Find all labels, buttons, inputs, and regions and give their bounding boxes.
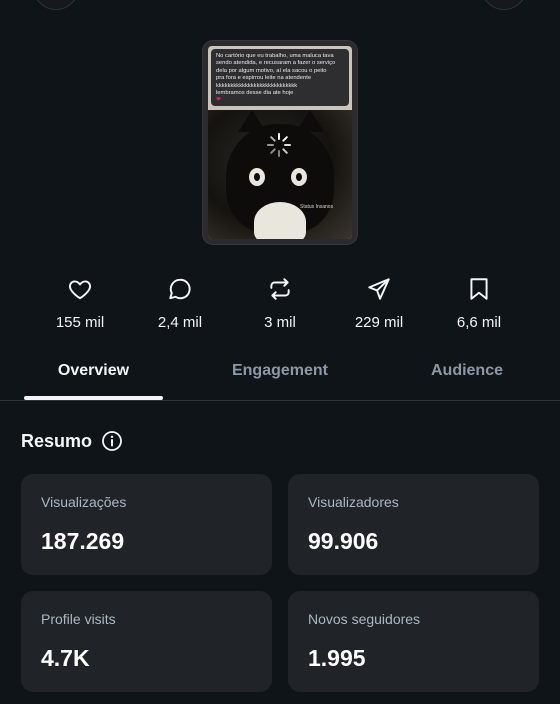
caption-line: kkkkkkkkkkkkkkkkkkkkkkkkkkkk xyxy=(216,82,298,89)
reposts-count: 3 mil xyxy=(264,314,296,331)
shares-count: 229 mil xyxy=(354,314,404,331)
cat-image: Status Insanos xyxy=(208,110,352,239)
caption-line: sendo atendida, e recusaram a fazer o se… xyxy=(216,60,336,67)
tab-engagement[interactable]: Engagement xyxy=(200,362,360,380)
replies-stat[interactable]: 2,4 mil xyxy=(130,276,230,331)
engagement-stats: 155 mil 2,4 mil 3 mil 229 mil 6,6 mil xyxy=(0,276,560,336)
tab-overview[interactable]: Overview xyxy=(24,362,163,380)
analytics-tabs: Overview Engagement Audience xyxy=(0,352,560,401)
metric-label: Visualizadores xyxy=(308,494,399,510)
bookmark-icon xyxy=(470,278,488,300)
section-title: Resumo xyxy=(21,431,93,451)
caption-line: No cartório que eu trabalho, uma maluca … xyxy=(216,53,334,59)
caption-line: dela por algum motivo, aí ela sacou o pe… xyxy=(216,67,327,74)
shares-stat[interactable]: 229 mil xyxy=(329,276,429,331)
post-thumbnail[interactable]: No cartório que eu trabalho, uma maluca … xyxy=(203,41,357,244)
metric-card-views[interactable]: Visualizações 187.269 xyxy=(21,474,272,575)
metric-label: Novos seguidores xyxy=(308,611,421,627)
heart-emoji-icon: ❤ xyxy=(216,97,222,104)
likes-stat[interactable]: 155 mil xyxy=(30,276,130,331)
bookmarks-count: 6,6 mil xyxy=(456,314,502,331)
metric-value: 4.7K xyxy=(41,645,90,671)
metric-card-viewers[interactable]: Visualizadores 99.906 xyxy=(288,474,539,575)
metric-value: 1.995 xyxy=(308,645,366,671)
post-media: No cartório que eu trabalho, uma maluca … xyxy=(208,46,352,239)
caption-line: lembramos desse dia ate hoje xyxy=(216,90,294,97)
loading-spinner-icon xyxy=(267,133,291,157)
repost-icon xyxy=(270,278,290,300)
heart-icon xyxy=(69,280,91,300)
metric-card-new-followers[interactable]: Novos seguidores 1.995 xyxy=(288,591,539,692)
metric-value: 187.269 xyxy=(41,528,125,554)
metric-label: Visualizações xyxy=(41,494,127,510)
reply-bubble-icon xyxy=(169,278,191,300)
more-options-button[interactable] xyxy=(481,0,527,10)
post-caption: No cartório que eu trabalho, uma maluca … xyxy=(211,49,349,106)
metric-value: 99.906 xyxy=(308,528,379,554)
info-icon[interactable] xyxy=(101,430,123,452)
back-button[interactable] xyxy=(33,0,79,10)
watermark: Status Insanos xyxy=(300,204,334,210)
active-tab-indicator xyxy=(24,396,163,400)
likes-count: 155 mil xyxy=(55,314,105,331)
metric-card-profile-visits[interactable]: Profile visits 4.7K xyxy=(21,591,272,692)
share-send-icon xyxy=(368,278,390,300)
caption-line: pra fora e espirrou leite na atendente xyxy=(216,75,312,82)
replies-count: 2,4 mil xyxy=(157,314,203,331)
tab-audience[interactable]: Audience xyxy=(400,362,534,380)
metric-label: Profile visits xyxy=(41,611,116,627)
bookmarks-stat[interactable]: 6,6 mil xyxy=(429,276,529,331)
reposts-stat[interactable]: 3 mil xyxy=(230,276,330,331)
